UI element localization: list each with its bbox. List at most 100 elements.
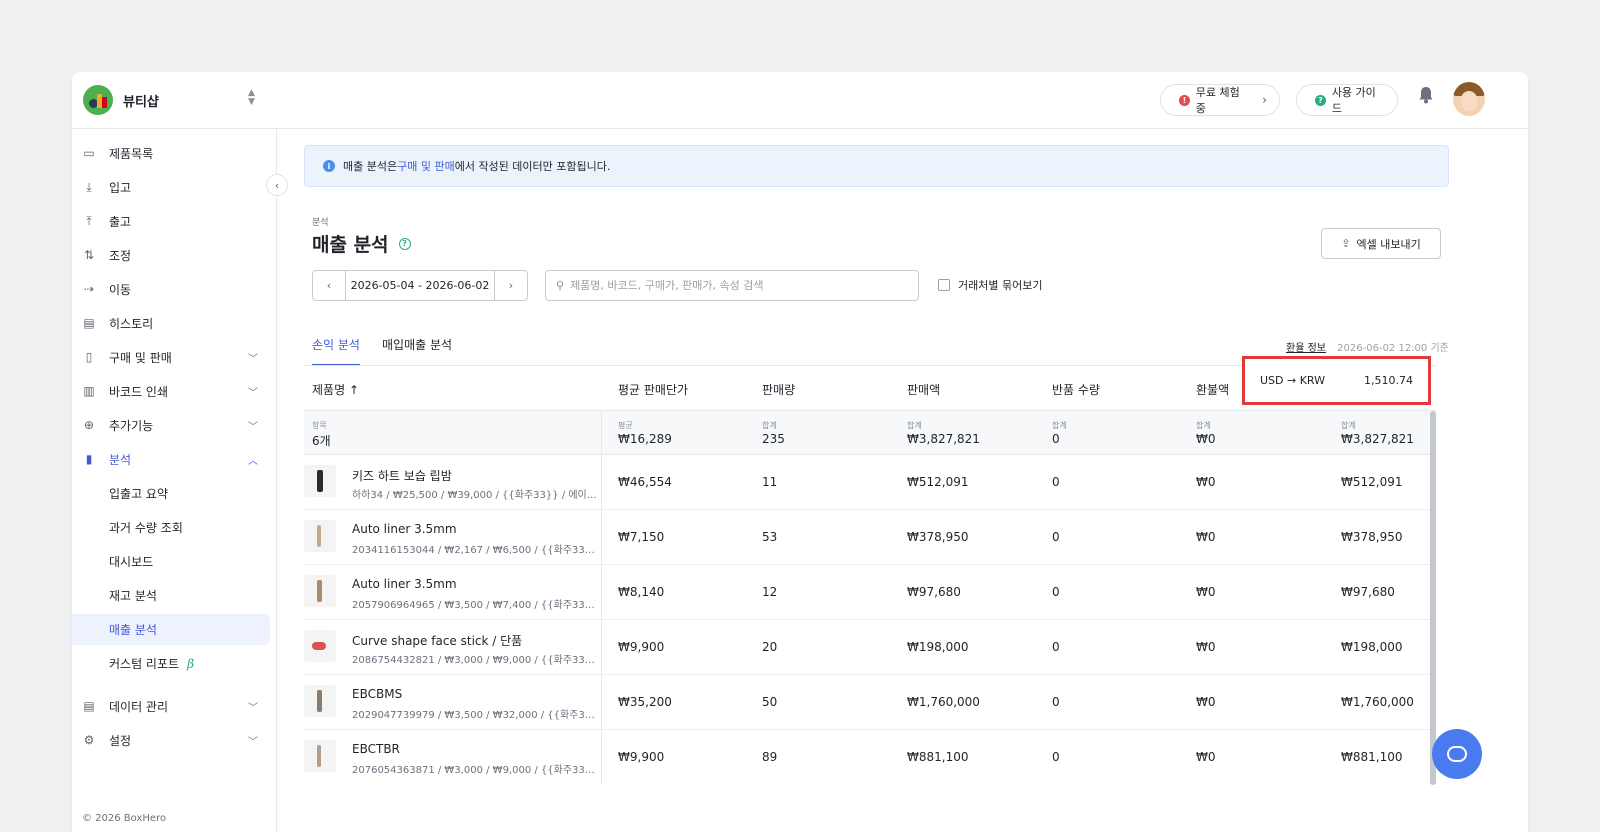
store-logo[interactable] [83, 85, 113, 115]
sidebar-item-analysis[interactable]: ▮ 분석 ︿ [72, 444, 277, 474]
column-refund[interactable]: 환불액 [1196, 381, 1229, 398]
product-meta: 2029047739979 / ₩3,500 / ₩32,000 / {{화주3… [352, 710, 597, 721]
sidebar-item-settings[interactable]: ⚙ 설정 ﹀ [72, 725, 277, 755]
page-title: 매출 분석 ? [312, 230, 411, 257]
sidebar-item-products[interactable]: ▭ 제품목록 [72, 138, 277, 168]
product-thumbnail [304, 685, 336, 717]
sidebar-subitem-label: 대시보드 [109, 555, 154, 569]
sidebar-item-addons[interactable]: ⊕ 추가기능 ﹀ [72, 410, 277, 440]
sidebar-subitem-label: 과거 수량 조회 [109, 521, 183, 535]
summary-value: ₩0 [1196, 432, 1216, 446]
product-name[interactable]: 키즈 하트 보습 립밤 [352, 467, 452, 484]
sidebar-item-label: 구매 및 판매 [109, 350, 172, 365]
sidebar-subitem-io-summary[interactable]: 입출고 요약 [72, 478, 270, 509]
exchange-rate-link[interactable]: 환율 정보 [1286, 343, 1326, 354]
product-name[interactable]: Auto liner 3.5mm [352, 577, 457, 591]
export-excel-label: 엑셀 내보내기 [1356, 237, 1421, 251]
gear-icon: ⚙ [83, 733, 95, 747]
date-range-value[interactable]: 2026-05-04 - 2026-06-02 [345, 271, 495, 300]
column-avg-price[interactable]: 평균 판매단가 [618, 381, 688, 398]
table-row[interactable]: EBCTBR 2076054363871 / ₩3,000 / ₩9,000 /… [304, 730, 1436, 785]
checkbox[interactable] [938, 279, 950, 291]
chevron-up-icon: ︿ [248, 455, 258, 467]
column-quantity[interactable]: 판매량 [762, 381, 795, 398]
sidebar-item-barcode-print[interactable]: ▥ 바코드 인쇄 ﹀ [72, 376, 277, 406]
sidebar-item-data-management[interactable]: ▤ 데이터 관리 ﹀ [72, 691, 277, 721]
sidebar-item-label: 분석 [109, 452, 132, 467]
user-avatar[interactable] [1453, 82, 1485, 116]
product-name[interactable]: EBCBMS [352, 687, 402, 701]
returns-cell: 0 [1052, 475, 1060, 489]
total-cell: ₩198,000 [1341, 640, 1403, 654]
sales-cell: ₩881,100 [907, 750, 969, 764]
total-cell: ₩881,100 [1341, 750, 1403, 764]
sidebar-item-purchase-sales[interactable]: ▯ 구매 및 판매 ﹀ [72, 342, 277, 372]
summary-key: 합계 [1341, 421, 1356, 430]
sidebar-subitem-inventory-analysis[interactable]: 재고 분석 [72, 580, 270, 611]
alert-icon: ! [1179, 94, 1190, 106]
summary-value: ₩3,827,821 [907, 432, 980, 446]
bell-icon[interactable] [1418, 86, 1434, 104]
sidebar-subitem-sales-analysis[interactable]: 매출 분석 [72, 614, 270, 645]
collapse-sidebar-button[interactable]: ‹ [266, 174, 288, 196]
sidebar-item-adjust[interactable]: ⇅ 조정 [72, 240, 277, 270]
sidebar-subitem-custom-report[interactable]: 커스텀 리포트 β [72, 648, 270, 679]
history-icon: ▤ [83, 316, 95, 330]
sidebar-item-move[interactable]: ⇢ 이동 [72, 274, 277, 304]
sidebar-item-label: 데이터 관리 [109, 699, 169, 714]
vertical-scrollbar[interactable] [1430, 411, 1436, 785]
product-name[interactable]: Auto liner 3.5mm [352, 522, 457, 536]
store-switch-icon[interactable]: ▲ ▼ [248, 89, 255, 107]
product-name[interactable]: EBCTBR [352, 742, 400, 756]
group-by-vendor-checkbox[interactable]: 거래처별 묶어보기 [938, 277, 1042, 293]
exchange-rate-value: 1,510.74 [1364, 374, 1413, 387]
tab-purchase-sales[interactable]: 매입매출 분석 [382, 334, 452, 366]
sidebar-item-label: 제품목록 [109, 146, 154, 161]
user-guide-button[interactable]: ? 사용 가이드 [1296, 84, 1398, 116]
sidebar-item-label: 설정 [109, 733, 132, 748]
export-excel-button[interactable]: ⇪ 엑셀 내보내기 [1321, 228, 1441, 259]
summary-value: 235 [762, 432, 785, 446]
sidebar-item-history[interactable]: ▤ 히스토리 [72, 308, 277, 338]
sidebar-item-stock-out[interactable]: ⤒ 출고 [72, 206, 277, 236]
sidebar-item-stock-in[interactable]: ⤓ 입고 [72, 172, 277, 202]
analysis-tabs: 손익 분석 매입매출 분석 [312, 334, 474, 366]
summary-key: 항목 [312, 421, 327, 430]
quantity-cell: 53 [762, 530, 778, 544]
column-sales[interactable]: 판매액 [907, 381, 940, 398]
next-period-button[interactable]: › [495, 271, 527, 300]
database-icon: ▤ [83, 699, 95, 713]
product-thumbnail [304, 575, 336, 607]
product-meta: 2057906964965 / ₩3,500 / ₩7,400 / {{화주33… [352, 600, 597, 611]
sidebar-subitem-past-quantity[interactable]: 과거 수량 조회 [72, 512, 270, 543]
column-product-name[interactable]: 제품명 ↑ [312, 381, 359, 398]
table-row[interactable]: Auto liner 3.5mm 2057906964965 / ₩3,500 … [304, 565, 1436, 620]
column-returns[interactable]: 반품 수량 [1052, 381, 1100, 398]
refund-cell: ₩0 [1196, 530, 1216, 544]
store-name[interactable]: 뷰티샵 [123, 91, 159, 110]
search-input[interactable] [570, 279, 901, 292]
table-row[interactable]: Auto liner 3.5mm 2034116153044 / ₩2,167 … [304, 510, 1436, 565]
table-row[interactable]: Curve shape face stick / 단품 208675443282… [304, 620, 1436, 675]
banner-text: 에서 작성된 데이터만 포함됩니다. [454, 160, 611, 173]
sidebar-item-label: 바코드 인쇄 [109, 384, 169, 399]
help-icon[interactable]: ? [398, 237, 411, 250]
table-row[interactable]: EBCBMS 2029047739979 / ₩3,500 / ₩32,000 … [304, 675, 1436, 730]
product-thumbnail [304, 520, 336, 552]
chat-support-button[interactable] [1432, 729, 1482, 779]
free-trial-button[interactable]: ! 무료 체험 중 › [1160, 84, 1280, 116]
total-cell: ₩97,680 [1341, 585, 1395, 599]
table-row[interactable]: 키즈 하트 보습 립밤 하하34 / ₩25,500 / ₩39,000 / {… [304, 455, 1436, 510]
summary-value: ₩3,827,821 [1341, 432, 1414, 446]
breadcrumb[interactable]: 분석 [312, 215, 329, 228]
sidebar-subitem-label: 입출고 요약 [109, 487, 169, 501]
previous-period-button[interactable]: ‹ [313, 271, 345, 300]
arrow-up-icon: ⤒ [86, 213, 92, 228]
tab-profit-loss[interactable]: 손익 분석 [312, 334, 360, 366]
purchase-sales-link[interactable]: 구매 및 판매 [397, 158, 455, 174]
product-name[interactable]: Curve shape face stick / 단품 [352, 632, 522, 649]
info-icon: i [323, 160, 335, 172]
sidebar-subitem-dashboard[interactable]: 대시보드 [72, 546, 270, 577]
beta-badge: β [187, 657, 194, 671]
chevron-down-icon: ﹀ [248, 421, 258, 433]
